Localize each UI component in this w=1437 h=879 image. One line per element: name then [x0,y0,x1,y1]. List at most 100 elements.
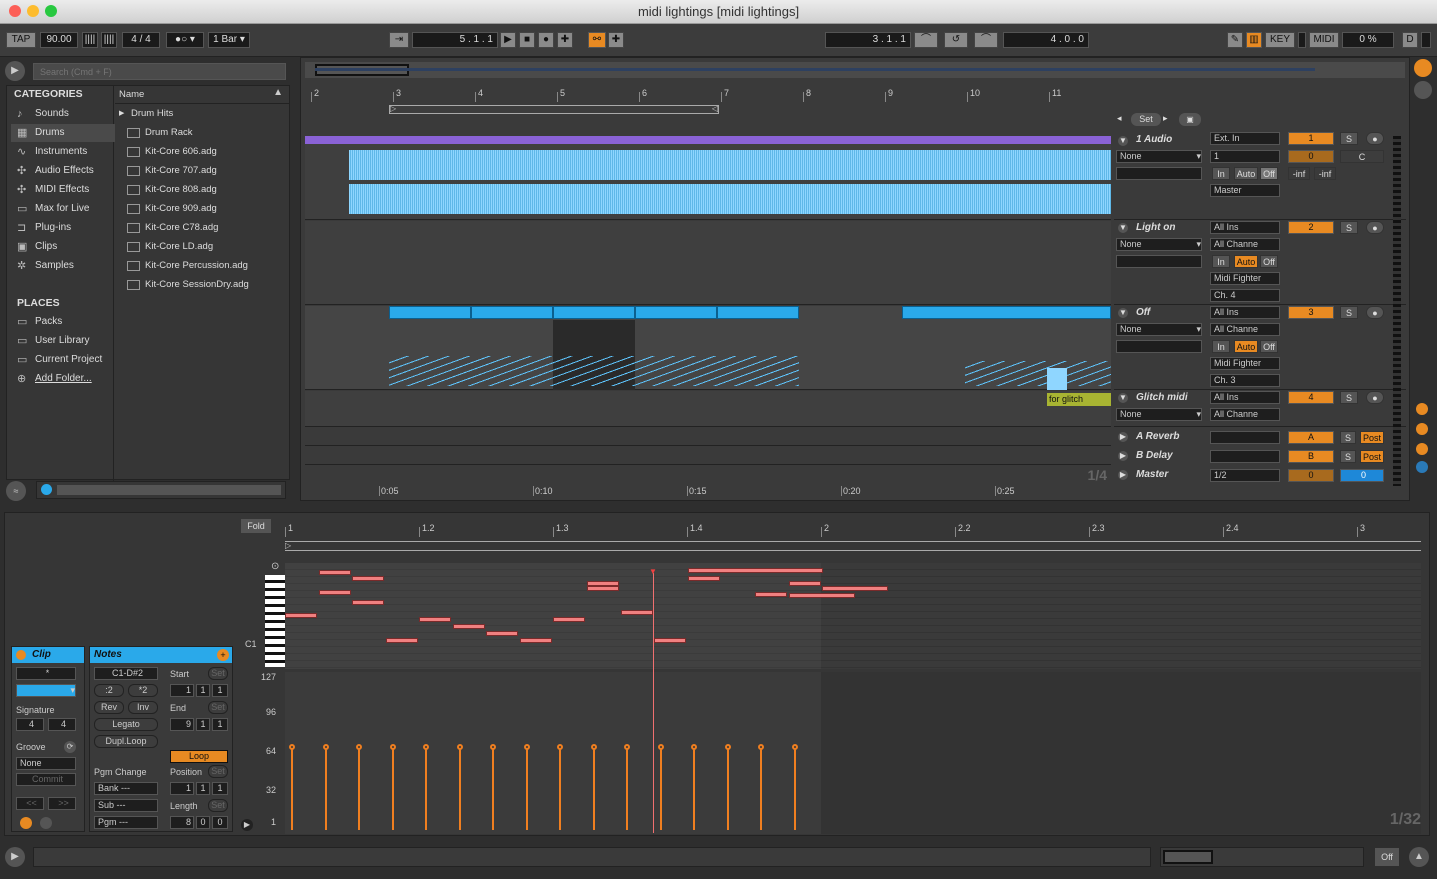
velocity-marker[interactable] [624,744,630,830]
category-item[interactable]: ▦ Drums [11,124,115,142]
category-item[interactable]: ♪ Sounds [11,105,115,123]
position-sixteenth[interactable]: 1 [212,782,228,795]
solo-button[interactable]: S [1340,391,1358,404]
next-locator-icon[interactable]: ▸ [1163,113,1175,125]
midi-clip[interactable] [902,306,1111,319]
place-item[interactable]: ▭ User Library [11,332,115,350]
detail-view-toggle-icon[interactable]: ▲ [1409,847,1429,867]
midi-clip[interactable] [717,306,799,319]
track-activator[interactable]: A [1288,431,1334,444]
monitor-off-button[interactable]: Off [1260,167,1278,180]
song-position[interactable]: 5 . 1 . 1 [412,32,498,48]
midi-from-channel[interactable] [1116,255,1202,268]
return-lane-b[interactable] [305,447,1111,465]
velocity-handle[interactable] [523,744,530,750]
lock-icon[interactable]: ▣ [1179,113,1201,126]
loop-start[interactable]: 3 . 1 . 1 [825,32,911,48]
midi-note[interactable] [553,617,585,622]
midi-note[interactable] [386,638,418,643]
midi-note[interactable] [319,590,351,595]
metronome-icon[interactable]: ●○ ▾ [166,32,204,48]
loop-start-marker-icon[interactable]: ▷ [390,104,396,113]
stop-icon[interactable]: ■ [519,32,535,48]
fold-arrow-icon[interactable]: ▼ [1118,308,1128,318]
file-item[interactable]: Kit-Core LD.adg [115,238,283,256]
category-item[interactable]: ✣ MIDI Effects [11,181,115,199]
bank-field[interactable]: Bank --- [94,782,158,795]
track-header-audio[interactable]: ▼ 1 Audio None ▾ Ext. In 1 In Auto Off Ma… [1114,132,1406,220]
velocity-marker[interactable] [791,744,798,830]
return-output[interactable] [1210,450,1280,463]
arm-button[interactable]: ● [1366,391,1384,404]
nudge-down-icon[interactable]: |||| [82,32,98,48]
category-item[interactable]: ⊐ Plug-ins [11,219,115,237]
groove-pool-icon[interactable]: ≈ [6,481,26,501]
category-item[interactable]: ✣ Audio Effects [11,162,115,180]
browser-toggle-icon[interactable]: ▶ [5,61,25,81]
file-item[interactable]: Kit-Core 707.adg [115,162,283,180]
signature-numerator[interactable]: 4 [16,718,44,731]
velocity-marker[interactable] [423,744,429,830]
input-type[interactable]: Ext. In [1210,132,1280,145]
velocity-handle[interactable] [557,744,563,750]
velocity-marker[interactable] [389,744,396,830]
groove-selector[interactable]: None [16,757,76,770]
velocity-handle[interactable] [389,744,396,750]
preview-waveform[interactable] [57,485,281,495]
velocity-handle[interactable] [590,744,597,750]
midi-clip[interactable] [635,306,717,319]
return-output[interactable] [1210,431,1280,444]
track-activator[interactable]: B [1288,450,1334,463]
off-button[interactable]: Off [1375,848,1399,866]
solo-button[interactable]: S [1340,450,1356,463]
input-type[interactable]: All Ins [1210,391,1280,404]
position-beat[interactable]: 1 [196,782,210,795]
midi-from-channel[interactable] [1116,340,1202,353]
midi-note[interactable] [352,576,384,581]
pitch-range[interactable]: C1-D#2 [94,667,158,680]
punch-in-icon[interactable]: ⌒ [914,32,938,48]
quantize-menu[interactable]: 1 Bar ▾ [208,32,250,48]
track-lane-off[interactable] [305,306,1111,390]
fold-arrow-icon[interactable]: ▼ [1118,393,1128,403]
monitor-in-button[interactable]: In [1212,255,1230,268]
input-channel[interactable]: All Channe [1210,323,1280,336]
input-type[interactable]: All Ins [1210,306,1280,319]
midi-clip[interactable] [389,306,471,319]
master-output[interactable]: 1/2 [1210,469,1280,482]
velocity-marker[interactable] [590,744,597,830]
midi-note[interactable] [621,610,653,615]
master-lane[interactable]: 1/4 [305,466,1111,484]
velocity-handle[interactable] [691,744,697,750]
delay-toggle-icon[interactable] [1416,461,1428,473]
preview-icon[interactable] [41,484,52,495]
track-header-glitch[interactable]: ▼ Glitch midi None ▾ All Ins All Channe 4… [1114,391,1406,427]
file-item[interactable]: Kit-Core 909.adg [115,200,283,218]
info-view-toggle-icon[interactable]: ▶ [5,847,25,867]
midi-note[interactable] [587,586,619,591]
add-icon[interactable]: + [217,649,229,661]
midi-note[interactable] [755,592,787,597]
session-view-icon[interactable] [1414,59,1432,77]
computer-midi-keyboard-icon[interactable]: ▥ [1246,32,1262,48]
name-column-header[interactable]: Name [119,89,144,100]
track-name[interactable]: Light on [1136,222,1175,233]
track-header-off[interactable]: ▼ Off None ▾ All Ins All Channe In Auto O… [1114,306,1406,390]
monitor-in-button[interactable]: In [1212,167,1230,180]
overview-bar[interactable] [305,62,1405,78]
velocity-marker[interactable] [322,744,329,830]
loop-button[interactable]: Loop [170,750,228,763]
loop-switch-icon[interactable]: ↺ [944,32,968,48]
midi-from-type[interactable]: None ▾ [1116,238,1202,251]
fold-arrow-icon[interactable]: ▼ [1118,136,1128,146]
audio-clip-header[interactable] [305,136,1111,144]
reverse-button[interactable]: Rev [94,701,124,714]
prev-locator-icon[interactable]: ◂ [1117,113,1129,125]
midi-clip[interactable] [471,306,553,319]
clip-loop-brace[interactable]: ▷ [285,541,1421,551]
end-sixteenth[interactable]: 1 [212,718,228,731]
expand-arrow-icon[interactable]: ▶ [1118,470,1128,480]
duplicate-loop-button[interactable]: Dupl.Loop [94,735,158,748]
arm-button[interactable]: ● [1366,221,1384,234]
file-list-header[interactable]: Name ▲ [115,86,289,104]
